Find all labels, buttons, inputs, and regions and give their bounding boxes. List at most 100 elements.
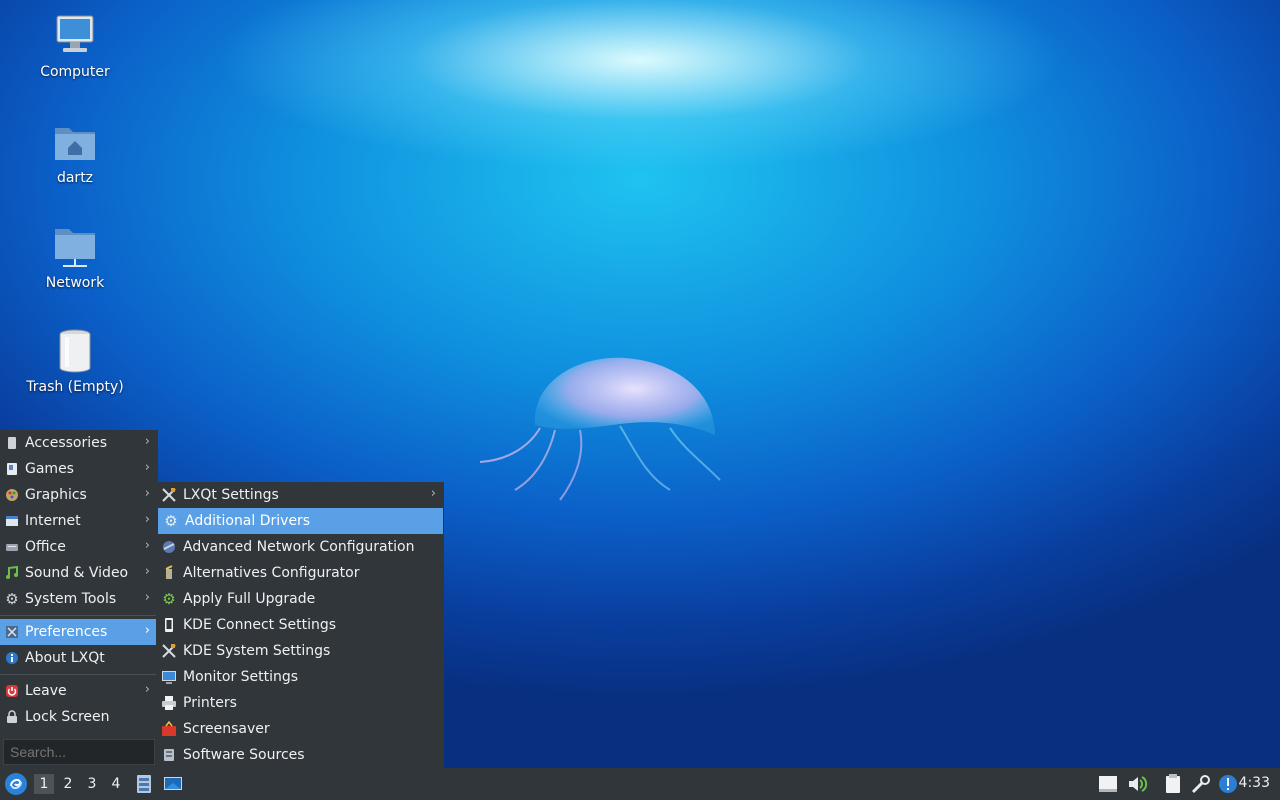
submenu-item-monitor-settings[interactable]: Monitor Settings — [156, 664, 444, 690]
taskbar: 1 2 3 4 4:33 — [0, 768, 1280, 800]
submenu-item-label: KDE Connect Settings — [183, 617, 337, 633]
desktop-icon-computer[interactable]: Computer — [20, 12, 130, 80]
home-folder-icon — [55, 128, 95, 160]
chevron-right-icon: › — [430, 486, 436, 501]
workspace-4-button[interactable]: 4 — [106, 774, 126, 794]
menu-item-label: Lock Screen — [25, 709, 110, 725]
configurator-icon — [160, 564, 178, 582]
info-icon — [4, 650, 20, 666]
lxqt-start-menu-icon[interactable] — [4, 772, 28, 796]
menu-item-label: Graphics — [25, 487, 87, 503]
submenu-item-label: Advanced Network Configuration — [183, 539, 415, 555]
workspace-1-button[interactable]: 1 — [34, 774, 54, 794]
clock[interactable]: 4:33 — [1239, 775, 1270, 791]
volume-icon[interactable] — [1126, 773, 1148, 795]
desktop-icon-label: Trash (Empty) — [26, 379, 124, 395]
workspace-3-button[interactable]: 3 — [82, 774, 102, 794]
chevron-right-icon: › — [144, 590, 150, 605]
menu-item-label: Preferences — [25, 624, 108, 640]
file-manager-launcher-icon[interactable] — [134, 774, 154, 794]
phone-icon — [160, 616, 178, 634]
trash-icon — [59, 329, 91, 373]
chevron-right-icon: › — [144, 682, 150, 697]
desktop-icon-network[interactable]: Network — [20, 223, 130, 291]
menu-item-office[interactable]: Office › — [0, 534, 158, 560]
submenu-item-label: Software Sources — [183, 747, 305, 763]
menu-item-label: System Tools — [25, 591, 117, 607]
upgrade-gear-icon: ⚙ — [162, 590, 176, 608]
chevron-right-icon: › — [144, 434, 150, 449]
submenu-item-label: Monitor Settings — [183, 669, 299, 685]
submenu-item-screensaver[interactable]: Screensaver — [156, 716, 444, 742]
preferences-icon — [4, 624, 20, 640]
submenu-item-software-sources[interactable]: Software Sources — [156, 742, 444, 768]
menu-item-preferences[interactable]: Preferences › — [0, 619, 158, 645]
menu-item-system-tools[interactable]: ⚙ System Tools › — [0, 586, 158, 612]
driver-gear-icon: ⚙ — [164, 512, 178, 530]
internet-icon — [4, 513, 20, 529]
accessories-icon — [4, 435, 20, 451]
notes-tray-icon[interactable] — [1097, 773, 1119, 795]
submenu-item-advanced-network-configuration[interactable]: Advanced Network Configuration — [156, 534, 444, 560]
graphics-icon — [4, 487, 20, 503]
menu-item-internet[interactable]: Internet › — [0, 508, 158, 534]
desktop-icon-label: dartz — [56, 170, 94, 186]
office-icon — [4, 539, 20, 555]
lock-icon — [4, 709, 20, 725]
submenu-item-apply-full-upgrade[interactable]: ⚙ Apply Full Upgrade — [156, 586, 444, 612]
submenu-item-alternatives-configurator[interactable]: Alternatives Configurator — [156, 560, 444, 586]
clipboard-icon[interactable] — [1162, 773, 1184, 795]
computer-icon — [56, 15, 94, 52]
menu-item-label: Sound & Video — [25, 565, 129, 581]
submenu-item-kde-connect-settings[interactable]: KDE Connect Settings — [156, 612, 444, 638]
submenu-item-printers[interactable]: Printers — [156, 690, 444, 716]
menu-item-label: Games — [25, 461, 74, 477]
submenu-item-lxqt-settings[interactable]: LXQt Settings › — [156, 482, 444, 508]
chevron-right-icon: › — [144, 486, 150, 501]
menu-item-leave[interactable]: Leave › — [0, 678, 158, 704]
games-icon — [4, 461, 20, 477]
menu-item-accessories[interactable]: Accessories › — [0, 430, 158, 456]
submenu-item-label: LXQt Settings — [183, 487, 279, 503]
menu-search-input[interactable] — [3, 739, 155, 765]
workspace-2-button[interactable]: 2 — [58, 774, 78, 794]
power-icon — [4, 683, 20, 699]
desktop-icon-label: Network — [45, 275, 105, 291]
chevron-right-icon: › — [144, 512, 150, 527]
network-folder-icon — [55, 229, 95, 267]
submenu-item-kde-system-settings[interactable]: KDE System Settings — [156, 638, 444, 664]
network-tray-icon[interactable] — [1190, 773, 1212, 795]
menu-item-label: Internet — [25, 513, 81, 529]
menu-item-lock-screen[interactable]: Lock Screen — [0, 704, 158, 730]
chevron-right-icon: › — [144, 564, 150, 579]
submenu-item-additional-drivers[interactable]: ⚙ Additional Drivers — [158, 508, 443, 534]
submenu-item-label: Printers — [183, 695, 237, 711]
menu-item-about-lxqt[interactable]: About LXQt — [0, 645, 158, 671]
preferences-submenu: LXQt Settings › ⚙ Additional Drivers Adv… — [156, 482, 444, 768]
show-desktop-icon[interactable] — [163, 774, 183, 794]
screensaver-icon — [160, 720, 178, 738]
chevron-right-icon: › — [144, 460, 150, 475]
tools-icon — [160, 642, 178, 660]
desktop-icon-home[interactable]: dartz — [20, 118, 130, 186]
network-config-icon — [160, 538, 178, 556]
menu-item-label: About LXQt — [25, 650, 105, 666]
sound-video-icon — [4, 565, 20, 581]
menu-item-games[interactable]: Games › — [0, 456, 158, 482]
update-notification-icon[interactable] — [1217, 773, 1239, 795]
desktop-icon-trash[interactable]: Trash (Empty) — [20, 327, 130, 395]
monitor-icon — [160, 668, 178, 686]
menu-item-graphics[interactable]: Graphics › — [0, 482, 158, 508]
submenu-item-label: Screensaver — [183, 721, 270, 737]
submenu-item-label: Additional Drivers — [185, 513, 311, 529]
menu-separator — [0, 674, 158, 675]
menu-item-label: Accessories — [25, 435, 108, 451]
printer-icon — [160, 694, 178, 712]
menu-separator — [0, 615, 158, 616]
software-sources-icon — [160, 746, 178, 764]
jellyfish-wallpaper-image — [479, 357, 721, 501]
menu-item-sound-video[interactable]: Sound & Video › — [0, 560, 158, 586]
tools-icon — [160, 486, 178, 504]
submenu-item-label: Apply Full Upgrade — [183, 591, 316, 607]
submenu-item-label: Alternatives Configurator — [183, 565, 360, 581]
